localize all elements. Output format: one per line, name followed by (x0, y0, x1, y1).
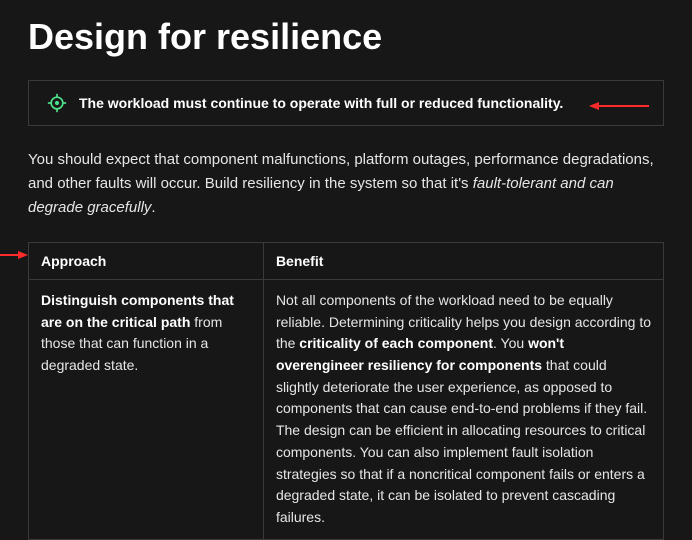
cell-approach: Distinguish components that are on the c… (29, 280, 264, 540)
page-title: Design for resilience (28, 16, 664, 58)
cell-benefit: Not all components of the workload need … (263, 280, 663, 540)
benefit-p1b: . You (493, 335, 528, 351)
table-container: Approach Benefit Distinguish components … (28, 242, 664, 540)
benefit-strong1: criticality of each component (299, 335, 493, 351)
arrow-annotation-left (0, 247, 28, 257)
arrow-annotation-right (589, 98, 649, 108)
approach-benefit-table: Approach Benefit Distinguish components … (28, 242, 664, 540)
intro-paragraph: You should expect that component malfunc… (28, 148, 664, 220)
intro-post: . (151, 199, 155, 216)
callout-text: The workload must continue to operate wi… (79, 95, 563, 111)
header-benefit: Benefit (263, 243, 663, 280)
callout-box: The workload must continue to operate wi… (28, 80, 664, 126)
table-row: Distinguish components that are on the c… (29, 280, 664, 540)
table-header-row: Approach Benefit (29, 243, 664, 280)
benefit-p2: The design can be efficient in allocatin… (276, 422, 645, 525)
target-icon (47, 93, 67, 113)
header-approach: Approach (29, 243, 264, 280)
